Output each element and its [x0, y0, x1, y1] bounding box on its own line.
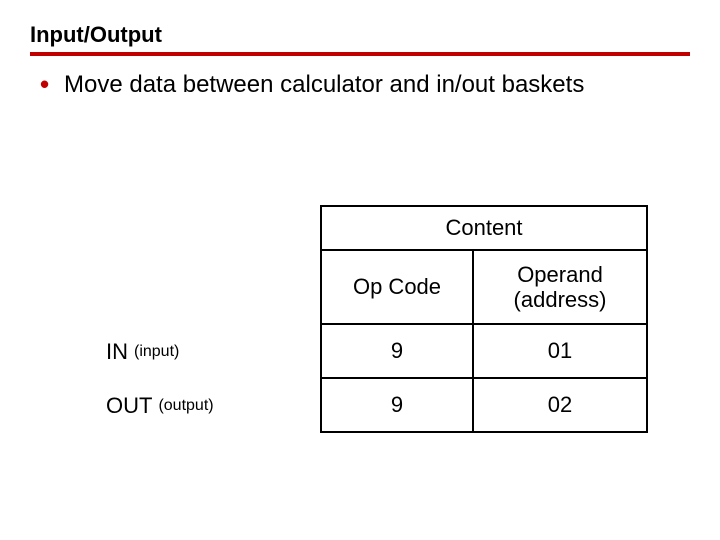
bullet-list: Move data between calculator and in/out … — [36, 70, 690, 100]
operand-cell: 02 — [472, 379, 648, 433]
opcode-table: Content Op Code Operand (address) IN (in… — [100, 205, 660, 433]
row-label-empty — [100, 249, 320, 325]
opcode-header-cell: Op Code — [320, 249, 472, 325]
slide-title: Input/Output — [30, 22, 690, 56]
table-row: OUT (output) 9 02 — [100, 379, 660, 433]
table-header-row: Op Code Operand (address) — [100, 249, 660, 325]
row-label-main: OUT — [106, 393, 152, 419]
row-label-in: IN (input) — [100, 325, 320, 379]
row-label-out: OUT (output) — [100, 379, 320, 433]
table-header-row-merged: Content — [100, 205, 660, 249]
row-label-sub: (output) — [158, 397, 213, 415]
opcode-cell: 9 — [320, 325, 472, 379]
bullet-item: Move data between calculator and in/out … — [36, 70, 690, 100]
content-header-cell: Content — [320, 205, 648, 249]
row-label-main: IN — [106, 339, 128, 365]
operand-header-cell: Operand (address) — [472, 249, 648, 325]
row-label-empty — [100, 205, 320, 249]
operand-header-line2: (address) — [514, 287, 607, 312]
operand-header-line1: Operand — [517, 262, 603, 287]
table-row: IN (input) 9 01 — [100, 325, 660, 379]
opcode-cell: 9 — [320, 379, 472, 433]
slide: Input/Output Move data between calculato… — [0, 0, 720, 540]
row-label-sub: (input) — [134, 343, 179, 361]
operand-cell: 01 — [472, 325, 648, 379]
